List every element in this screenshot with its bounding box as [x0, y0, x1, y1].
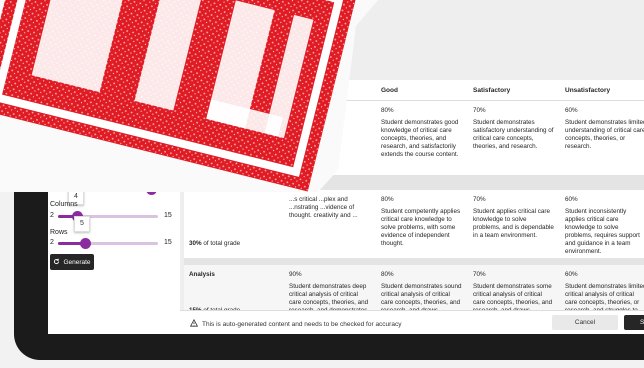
level-cell: 80% Student demonstrates good knowledge o…	[376, 101, 468, 175]
header-satisfactory: Satisfactory	[473, 87, 511, 94]
level-cell: ...s critical ...plex and ...nstrating .…	[284, 190, 376, 258]
complexity-high-label: High	[158, 185, 173, 192]
level-percent: 60%	[565, 107, 578, 114]
level-cell: 70% Student demonstrates satisfactory und…	[468, 101, 560, 175]
level-percent: 80%	[381, 196, 394, 203]
rows-label: Rows	[50, 229, 68, 236]
columns-label: Columns	[50, 201, 78, 208]
level-percent: 70%	[473, 271, 486, 278]
level-percent: 80%	[381, 271, 394, 278]
level-cell: 60% Student inconsistently applies critic…	[560, 190, 644, 258]
rubric-table: Good Satisfactory Unsatisfactory ...ies,…	[184, 80, 644, 330]
header-excellent	[284, 80, 376, 100]
columns-value-tooltip: 5	[74, 216, 90, 232]
criterion-name: Analysis	[189, 271, 215, 278]
rubric-preview: Good Satisfactory Unsatisfactory ...ies,…	[180, 0, 644, 334]
level-cell: 70% Student applies critical care knowled…	[468, 190, 560, 258]
generation-settings-panel: Complexity Low High 4 Columns 2 15 5 Row…	[48, 0, 180, 334]
level-cell: 60% Student demonstrates limited understa…	[560, 101, 644, 175]
criterion-weight: 30% of total grade	[189, 240, 241, 247]
cancel-button[interactable]: Cancel	[552, 315, 618, 330]
criterion-cell: 30% of total grade	[184, 190, 284, 258]
accuracy-warning: This is auto-generated content and needs…	[189, 318, 402, 329]
app-screen: Complexity Low High 4 Columns 2 15 5 Row…	[48, 0, 644, 334]
level-text: ...s critical ...plex and ...nstrating .…	[289, 196, 358, 220]
level-text: Student demonstrates satisfactory unders…	[473, 119, 554, 151]
level-percent: 90%	[289, 271, 302, 278]
level-percent: 60%	[565, 271, 578, 278]
rows-min-label: 2	[50, 239, 54, 246]
columns-min-label: 2	[50, 212, 54, 219]
action-footer: This is auto-generated content and needs…	[180, 310, 644, 334]
laptop-frame: Complexity Low High 4 Columns 2 15 5 Row…	[14, 0, 644, 360]
level-text: Student demonstrates good knowledge of c…	[381, 119, 459, 159]
rows-max-label: 15	[164, 239, 172, 246]
level-text: Student inconsistently applies critical …	[565, 208, 640, 256]
criterion-cell	[184, 101, 284, 175]
level-percent: 70%	[473, 107, 486, 114]
level-cell: 80% Student competently applies critical …	[376, 190, 468, 258]
level-percent: 60%	[565, 196, 578, 203]
warning-text: This is auto-generated content and needs…	[202, 320, 402, 328]
level-cell: ...ies, ...antly ...nt.	[284, 101, 376, 175]
table-row: 30% of total grade ...s critical ...plex…	[184, 190, 644, 259]
level-percent: 70%	[473, 196, 486, 203]
rows-slider-knob[interactable]	[80, 238, 91, 249]
generate-button-label: Generate	[63, 258, 91, 266]
level-text: ...ies, ...antly ...nt.	[289, 107, 339, 114]
level-text: Student demonstrates limited understandi…	[565, 119, 644, 151]
warning-triangle-icon	[189, 318, 199, 329]
level-text: Student competently applies critical car…	[381, 208, 461, 248]
columns-slider[interactable]	[58, 211, 158, 222]
refresh-icon	[53, 258, 60, 267]
table-row: ...ies, ...antly ...nt. 80% Student demon…	[184, 101, 644, 176]
level-text: Student applies critical care knowledge …	[473, 208, 554, 240]
complexity-slider-knob[interactable]	[146, 184, 157, 195]
row-divider	[184, 176, 644, 190]
level-percent: 80%	[381, 107, 394, 114]
header-good: Good	[381, 87, 398, 94]
header-unsatisfactory: Unsatisfactory	[565, 87, 611, 94]
columns-max-label: 15	[164, 212, 172, 219]
generate-button[interactable]: Generate	[50, 254, 94, 270]
complexity-label: Complexity	[50, 174, 85, 181]
rows-slider[interactable]	[58, 238, 158, 249]
header-criteria	[184, 80, 284, 100]
complexity-low-label: Low	[50, 185, 63, 192]
save-button[interactable]: Save a	[624, 315, 644, 330]
rubric-header-row: Good Satisfactory Unsatisfactory	[184, 80, 644, 101]
